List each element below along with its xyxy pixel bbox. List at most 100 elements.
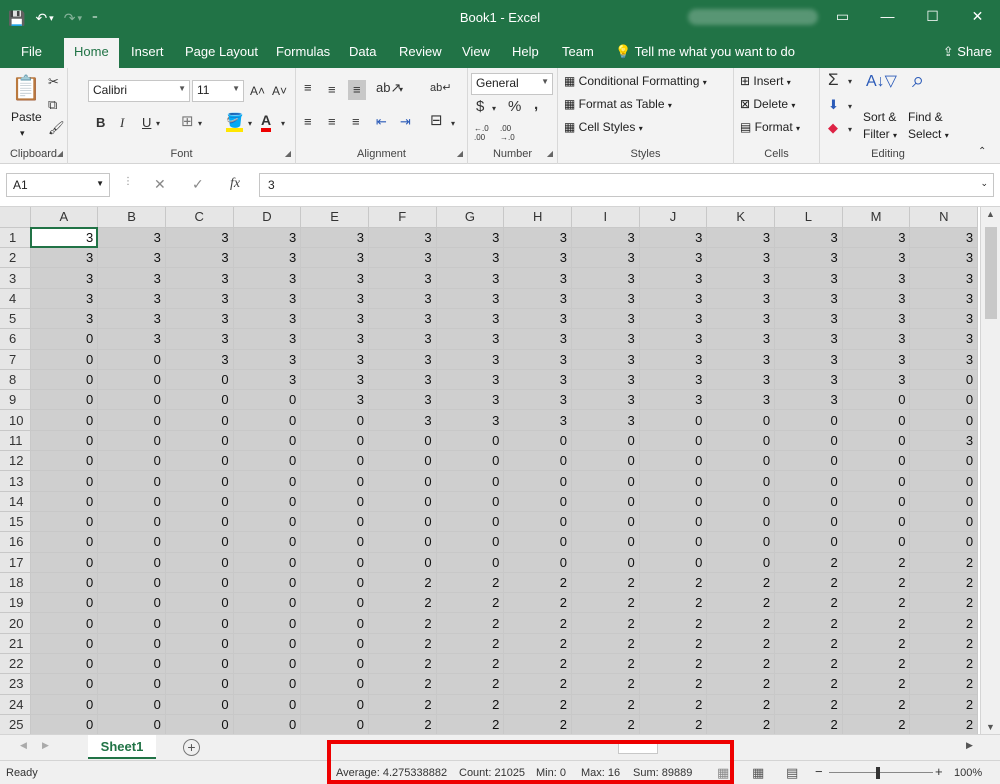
- cell-n13[interactable]: 0: [909, 470, 979, 492]
- cell-l6[interactable]: 3: [774, 328, 843, 350]
- cell-g19[interactable]: 2: [436, 592, 505, 614]
- cell-d9[interactable]: 0: [233, 389, 302, 411]
- cell-n1[interactable]: 3: [909, 227, 979, 249]
- cell-h11[interactable]: 0: [503, 430, 572, 452]
- conditional-formatting-button[interactable]: ▦ Conditional Formatting ▾: [564, 74, 707, 88]
- cell-j2[interactable]: 3: [639, 247, 708, 269]
- cell-a20[interactable]: 0: [30, 612, 99, 634]
- top-align-icon[interactable]: ≡: [304, 80, 312, 96]
- cell-i24[interactable]: 2: [571, 694, 640, 715]
- vertical-scrollbar[interactable]: ▲ ▼: [980, 207, 1000, 734]
- cell-l20[interactable]: 2: [774, 612, 843, 634]
- cell-j22[interactable]: 2: [639, 653, 708, 675]
- cell-a2[interactable]: 3: [30, 247, 99, 269]
- column-header-c[interactable]: C: [165, 207, 234, 228]
- orientation-dropdown-icon[interactable]: ▾: [399, 82, 403, 98]
- cell-k4[interactable]: 3: [706, 288, 776, 309]
- cell-h7[interactable]: 3: [503, 349, 572, 370]
- cell-l14[interactable]: 0: [774, 491, 843, 512]
- cell-d14[interactable]: 0: [233, 491, 302, 512]
- row-header[interactable]: 25: [0, 714, 31, 734]
- cell-d18[interactable]: 0: [233, 572, 302, 594]
- cell-j25[interactable]: 2: [639, 714, 708, 734]
- cell-d6[interactable]: 3: [233, 328, 302, 350]
- cell-j15[interactable]: 0: [639, 511, 708, 533]
- cell-d25[interactable]: 0: [233, 714, 302, 734]
- cell-a23[interactable]: 0: [30, 673, 99, 695]
- cell-i15[interactable]: 0: [571, 511, 640, 533]
- row-header[interactable]: 10: [0, 409, 31, 431]
- cell-e14[interactable]: 0: [300, 491, 369, 512]
- cell-k16[interactable]: 0: [706, 531, 776, 553]
- cell-i18[interactable]: 2: [571, 572, 640, 594]
- cell-a18[interactable]: 0: [30, 572, 99, 594]
- cell-k15[interactable]: 0: [706, 511, 776, 533]
- sort-filter-label-1[interactable]: Sort &: [863, 110, 896, 124]
- cell-b6[interactable]: 3: [97, 328, 166, 350]
- cell-a22[interactable]: 0: [30, 653, 99, 675]
- cell-f14[interactable]: 0: [368, 491, 437, 512]
- cell-i9[interactable]: 3: [571, 389, 640, 411]
- currency-dropdown-icon[interactable]: ▾: [492, 101, 496, 117]
- cell-h3[interactable]: 3: [503, 267, 572, 289]
- row-header[interactable]: 7: [0, 349, 31, 370]
- cell-c23[interactable]: 0: [165, 673, 234, 695]
- cell-l11[interactable]: 0: [774, 430, 843, 452]
- cell-g10[interactable]: 3: [436, 409, 505, 431]
- cell-h17[interactable]: 0: [503, 552, 572, 573]
- cell-l2[interactable]: 3: [774, 247, 843, 269]
- cell-c10[interactable]: 0: [165, 409, 234, 431]
- cell-b7[interactable]: 0: [97, 349, 166, 370]
- cell-a9[interactable]: 0: [30, 389, 99, 411]
- tab-page-layout[interactable]: Page Layout: [185, 44, 258, 59]
- delete-cells-button[interactable]: ⊠ Delete ▾: [740, 97, 795, 111]
- row-header[interactable]: 16: [0, 531, 31, 553]
- cell-h19[interactable]: 2: [503, 592, 572, 614]
- cell-e19[interactable]: 0: [300, 592, 369, 614]
- zoom-out-icon[interactable]: −: [815, 764, 823, 779]
- cell-l13[interactable]: 0: [774, 470, 843, 492]
- clear-icon[interactable]: ◆: [828, 120, 838, 136]
- cell-k3[interactable]: 3: [706, 267, 776, 289]
- zoom-in-icon[interactable]: +: [935, 764, 943, 779]
- cell-i20[interactable]: 2: [571, 612, 640, 634]
- row-header[interactable]: 5: [0, 308, 31, 330]
- cell-c5[interactable]: 3: [165, 308, 234, 330]
- row-header[interactable]: 8: [0, 369, 31, 391]
- cell-k19[interactable]: 2: [706, 592, 776, 614]
- page-layout-view-icon[interactable]: ▤: [786, 765, 798, 781]
- cell-d19[interactable]: 0: [233, 592, 302, 614]
- row-header[interactable]: 12: [0, 450, 31, 472]
- cell-l22[interactable]: 2: [774, 653, 843, 675]
- cell-g5[interactable]: 3: [436, 308, 505, 330]
- align-left-icon[interactable]: ≡: [304, 114, 312, 130]
- cell-e9[interactable]: 3: [300, 389, 369, 411]
- formula-input[interactable]: 3 ⌄: [259, 173, 994, 197]
- cell-f4[interactable]: 3: [368, 288, 437, 309]
- cell-i1[interactable]: 3: [571, 227, 640, 249]
- cell-n16[interactable]: 0: [909, 531, 979, 553]
- cell-m13[interactable]: 0: [842, 470, 911, 492]
- tell-me-search[interactable]: 💡 Tell me what you want to do: [615, 44, 795, 60]
- row-header[interactable]: 13: [0, 470, 31, 492]
- cell-l9[interactable]: 3: [774, 389, 843, 411]
- font-color-icon[interactable]: A: [261, 112, 272, 132]
- cell-b24[interactable]: 0: [97, 694, 166, 715]
- cell-n22[interactable]: 2: [909, 653, 979, 675]
- share-button[interactable]: ⇪ Share: [943, 44, 992, 60]
- scroll-right-icon[interactable]: ▶: [966, 740, 973, 751]
- cell-j13[interactable]: 0: [639, 470, 708, 492]
- column-header-g[interactable]: G: [436, 207, 505, 228]
- cell-f18[interactable]: 2: [368, 572, 437, 594]
- cell-l19[interactable]: 2: [774, 592, 843, 614]
- cell-k17[interactable]: 0: [706, 552, 776, 573]
- decrease-decimal-icon[interactable]: .00 →.0: [500, 124, 522, 142]
- decrease-indent-icon[interactable]: ⇤: [376, 114, 387, 130]
- cell-m18[interactable]: 2: [842, 572, 911, 594]
- increase-indent-icon[interactable]: ⇥: [400, 114, 411, 130]
- find-select-icon[interactable]: ⌕: [912, 69, 924, 91]
- scroll-tabs-right-icon[interactable]: ▶: [42, 740, 49, 751]
- cell-g12[interactable]: 0: [436, 450, 505, 472]
- row-header[interactable]: 9: [0, 389, 31, 411]
- cell-f17[interactable]: 0: [368, 552, 437, 573]
